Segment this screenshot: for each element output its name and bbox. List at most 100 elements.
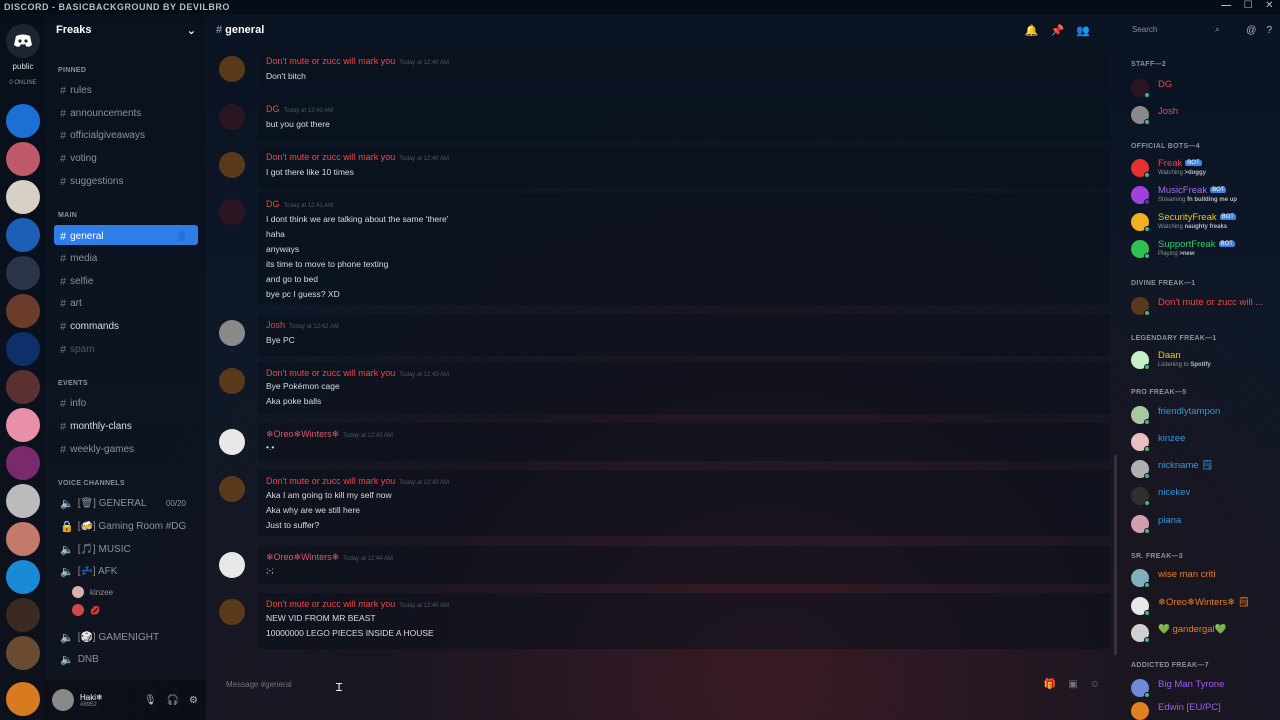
member-item[interactable]: MusicFreak BOT Streaming fn building me up xyxy=(1131,184,1280,206)
member-item[interactable]: Josh xyxy=(1131,104,1280,126)
channel-voting[interactable]: # voting xyxy=(54,148,198,166)
category-pinned[interactable]: PINNED xyxy=(58,67,86,74)
server-icon[interactable] xyxy=(6,682,40,716)
channel-announcements[interactable]: # announcements xyxy=(54,103,198,121)
message-author[interactable]: Don't mute or zucc will mark you xyxy=(266,599,395,609)
message-author[interactable]: Josh xyxy=(266,320,285,330)
message[interactable]: DG Today at 12:40 AM but you got there xyxy=(214,98,1110,140)
avatar[interactable] xyxy=(219,56,245,82)
pin-icon[interactable]: 📌 xyxy=(1051,24,1065,37)
server-icon[interactable] xyxy=(6,598,40,632)
microphone-icon[interactable]: 🎙 xyxy=(144,695,157,706)
voice-channel-general[interactable]: 🔈 [🗑] GENERAL 00/20 xyxy=(54,493,198,511)
server-icon[interactable] xyxy=(6,256,40,290)
gift-icon[interactable]: 🎁 xyxy=(1044,679,1056,690)
message[interactable]: Josh Today at 12:42 AM Bye PC xyxy=(214,314,1110,356)
message-author[interactable]: Don't mute or zucc will mark you xyxy=(266,152,395,162)
channel-media[interactable]: # media xyxy=(54,248,198,266)
member-item[interactable]: Freak BOT Watching >doggy xyxy=(1131,157,1280,179)
avatar[interactable] xyxy=(219,152,245,178)
message-input[interactable]: Message #general 🎁 ▣ ☺ xyxy=(214,672,1110,700)
message[interactable]: ❄Oreo❄Winters❄ Today at 12:44 AM ;-; xyxy=(214,546,1110,584)
member-item[interactable]: friendlytampon xyxy=(1131,404,1280,426)
channel-selfie[interactable]: # selfie xyxy=(54,271,198,289)
minimize-button[interactable]: — xyxy=(1221,0,1232,11)
member-item[interactable]: Daan Listening to Spotify xyxy=(1131,349,1280,371)
avatar[interactable] xyxy=(219,320,245,346)
server-icon[interactable] xyxy=(6,560,40,594)
mention-icon[interactable]: @ xyxy=(1246,25,1256,36)
maximize-button[interactable]: ☐ xyxy=(1244,0,1253,11)
discord-logo-icon[interactable] xyxy=(6,24,40,58)
server-icon[interactable] xyxy=(6,294,40,328)
server-icon[interactable] xyxy=(6,484,40,518)
channel-rules[interactable]: # rules xyxy=(54,80,198,98)
server-icon[interactable] xyxy=(6,408,40,442)
channel-general[interactable]: # general 👤 xyxy=(54,225,198,245)
channel-commands[interactable]: # commands xyxy=(54,316,198,334)
help-icon[interactable]: ? xyxy=(1266,25,1272,36)
member-item[interactable]: nicekev xyxy=(1131,485,1280,507)
voice-channel-music[interactable]: 🔈 [🎵] MUSIC xyxy=(54,539,198,557)
voice-channel-afk[interactable]: 🔈 [💤] AFK xyxy=(54,561,198,579)
server-icon[interactable] xyxy=(6,446,40,480)
channel-weekly-games[interactable]: # weekly-games xyxy=(54,439,198,457)
gear-icon[interactable]: ⚙ xyxy=(189,695,198,706)
member-item[interactable]: Edwin [EU/PC] xyxy=(1131,700,1280,720)
member-item[interactable]: piana xyxy=(1131,513,1280,535)
avatar[interactable] xyxy=(219,368,245,394)
member-item[interactable]: ❄Oreo❄Winters❄ 🗒 xyxy=(1131,595,1280,617)
voice-user[interactable]: 💋 xyxy=(72,604,100,616)
member-item[interactable]: kinzee xyxy=(1131,431,1280,453)
voice-channel-gaming-room[interactable]: 🔒 [🍻] Gaming Room #DG xyxy=(54,516,198,534)
message-author[interactable]: DG xyxy=(266,199,280,209)
server-icon[interactable] xyxy=(6,522,40,556)
emoji-icon[interactable]: ☺ xyxy=(1090,679,1100,690)
voice-channel-gamenight[interactable]: 🔈 [🎲] GAMENIGHT xyxy=(54,627,198,645)
voice-channel-dnb[interactable]: 🔈 DNB xyxy=(54,649,198,667)
channel-suggestions[interactable]: # suggestions xyxy=(54,171,198,189)
headphones-icon[interactable]: 🎧 xyxy=(167,695,179,706)
message[interactable]: Don't mute or zucc will mark you Today at… xyxy=(214,146,1110,188)
server-icon[interactable] xyxy=(6,104,40,138)
server-icon[interactable] xyxy=(6,332,40,366)
member-item[interactable]: SecurityFreak BOT Watching naughty freaks xyxy=(1131,211,1280,233)
message-author[interactable]: Don't mute or zucc will mark you xyxy=(266,476,395,486)
voice-user[interactable]: kinzee xyxy=(72,586,113,598)
member-item[interactable]: wise man criti xyxy=(1131,567,1280,589)
avatar[interactable] xyxy=(219,429,245,455)
member-item[interactable]: nickname 🗒 xyxy=(1131,458,1280,480)
message[interactable]: ❄Oreo❄Winters❄ Today at 12:43 AM •.• xyxy=(214,423,1110,461)
message[interactable]: DG Today at 12:41 AM I dont think we are … xyxy=(214,193,1110,305)
avatar[interactable] xyxy=(219,199,245,225)
server-icon[interactable] xyxy=(6,180,40,214)
avatar[interactable] xyxy=(219,476,245,502)
close-button[interactable]: ✕ xyxy=(1265,0,1274,11)
channel-monthly-clans[interactable]: # monthly-clans xyxy=(54,416,198,434)
message-author[interactable]: Don't mute or zucc will mark you xyxy=(266,368,395,378)
channel-spam[interactable]: # spam xyxy=(54,339,198,357)
message-author[interactable]: DG xyxy=(266,104,280,114)
members-icon[interactable]: 👥 xyxy=(1076,24,1090,37)
category-events[interactable]: EVENTS xyxy=(58,380,88,387)
message[interactable]: Don't mute or zucc will mark you Today at… xyxy=(214,50,1110,92)
bell-icon[interactable]: 🔔 xyxy=(1025,24,1039,37)
message-author[interactable]: ❄Oreo❄Winters❄ xyxy=(266,429,339,439)
message-scrollbar[interactable] xyxy=(1114,455,1117,655)
invite-icon[interactable]: 👤 xyxy=(177,231,188,242)
channel-info[interactable]: # info xyxy=(54,393,198,411)
server-icon[interactable] xyxy=(6,142,40,176)
server-icon[interactable] xyxy=(6,370,40,404)
avatar[interactable] xyxy=(219,552,245,578)
server-icon[interactable] xyxy=(6,218,40,252)
member-item[interactable]: SupportFreak BOT Playing >new xyxy=(1131,238,1280,260)
avatar[interactable] xyxy=(219,104,245,130)
channel-art[interactable]: # art xyxy=(54,293,198,311)
message[interactable]: Don't mute or zucc will mark you Today at… xyxy=(214,362,1110,414)
member-item[interactable]: Don't mute or zucc will ... xyxy=(1131,295,1280,317)
category-main[interactable]: MAIN xyxy=(58,212,77,219)
search-input[interactable]: Search ⌕ xyxy=(1126,21,1226,39)
avatar[interactable] xyxy=(219,599,245,625)
server-icon[interactable] xyxy=(6,636,40,670)
message[interactable]: Don't mute or zucc will mark you Today at… xyxy=(214,593,1110,649)
